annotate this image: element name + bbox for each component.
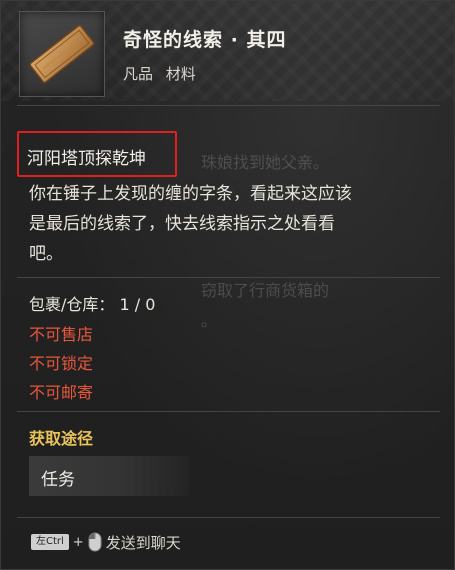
header-divider: [17, 105, 440, 106]
item-title: 奇怪的线索 · 其四: [123, 29, 287, 51]
ghost-text-line: 珠娘找到她父亲。: [201, 153, 330, 172]
restriction-unsellable: 不可售店: [29, 325, 94, 344]
ghost-text-line: 。: [201, 311, 218, 330]
send-to-chat-label: 发送到聊天: [105, 533, 181, 552]
stock-bag: 1: [119, 295, 130, 314]
stock-warehouse: 0: [145, 295, 156, 314]
source-section-title: 获取途径: [29, 429, 94, 448]
send-to-chat-hint: 左Ctrl + 发送到聊天: [31, 531, 181, 553]
scroll-slip-icon: [19, 11, 105, 97]
item-tooltip-panel: 奇怪的线索 · 其四 凡品 材料 珠娘找到她父亲。 窃取了行商货箱的 。 河阳塔…: [0, 0, 455, 570]
location-name: 河阳塔顶探乾坤: [27, 149, 146, 169]
mouse-left-click-icon: [88, 532, 102, 552]
stock-separator: /: [134, 295, 141, 314]
footer-divider: [17, 517, 440, 518]
restriction-unmailable: 不可邮寄: [29, 383, 94, 402]
restriction-unlockable: 不可锁定: [29, 354, 94, 373]
restrictions-divider: [17, 411, 440, 412]
plus-sign: +: [72, 534, 84, 550]
ctrl-key-icon: 左Ctrl: [31, 534, 69, 550]
description-line: 是最后的线索了，快去线索指示之处看看: [29, 214, 335, 234]
item-description: 你在锤子上发现的缠的字条，看起来这应该 是最后的线索了，快去线索指示之处看看 吧…: [29, 179, 439, 269]
ghost-text-line: 窃取了行商货箱的: [201, 281, 330, 300]
source-entry-label: 任务: [41, 470, 75, 490]
source-entry-quest[interactable]: 任务: [29, 456, 189, 496]
item-category: 材料: [165, 65, 196, 83]
description-line: 吧。: [29, 244, 63, 264]
stock-count: 包裹/仓库： 1 / 0: [29, 291, 155, 315]
item-subtitle: 凡品 材料: [123, 63, 196, 84]
stock-label: 包裹/仓库：: [29, 295, 115, 314]
description-line: 你在锤子上发现的缠的字条，看起来这应该: [29, 184, 352, 204]
item-rarity: 凡品: [123, 65, 154, 83]
description-divider: [17, 277, 440, 278]
